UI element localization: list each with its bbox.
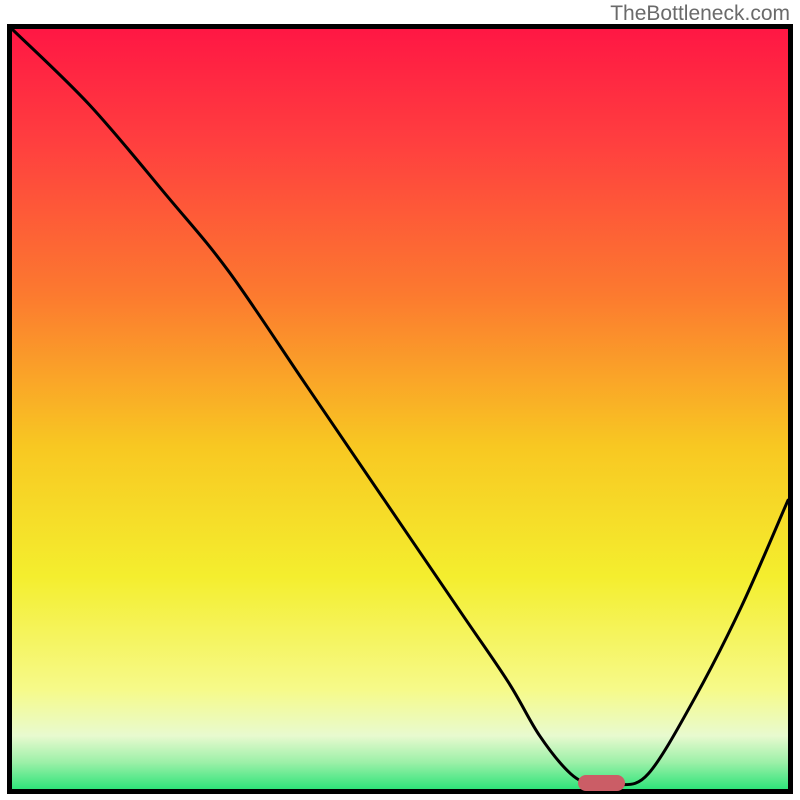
bottleneck-plot bbox=[12, 29, 788, 789]
watermark-text: TheBottleneck.com bbox=[610, 2, 790, 26]
plot-background bbox=[12, 29, 788, 789]
plot-svg bbox=[12, 29, 788, 789]
optimum-marker bbox=[578, 775, 625, 790]
